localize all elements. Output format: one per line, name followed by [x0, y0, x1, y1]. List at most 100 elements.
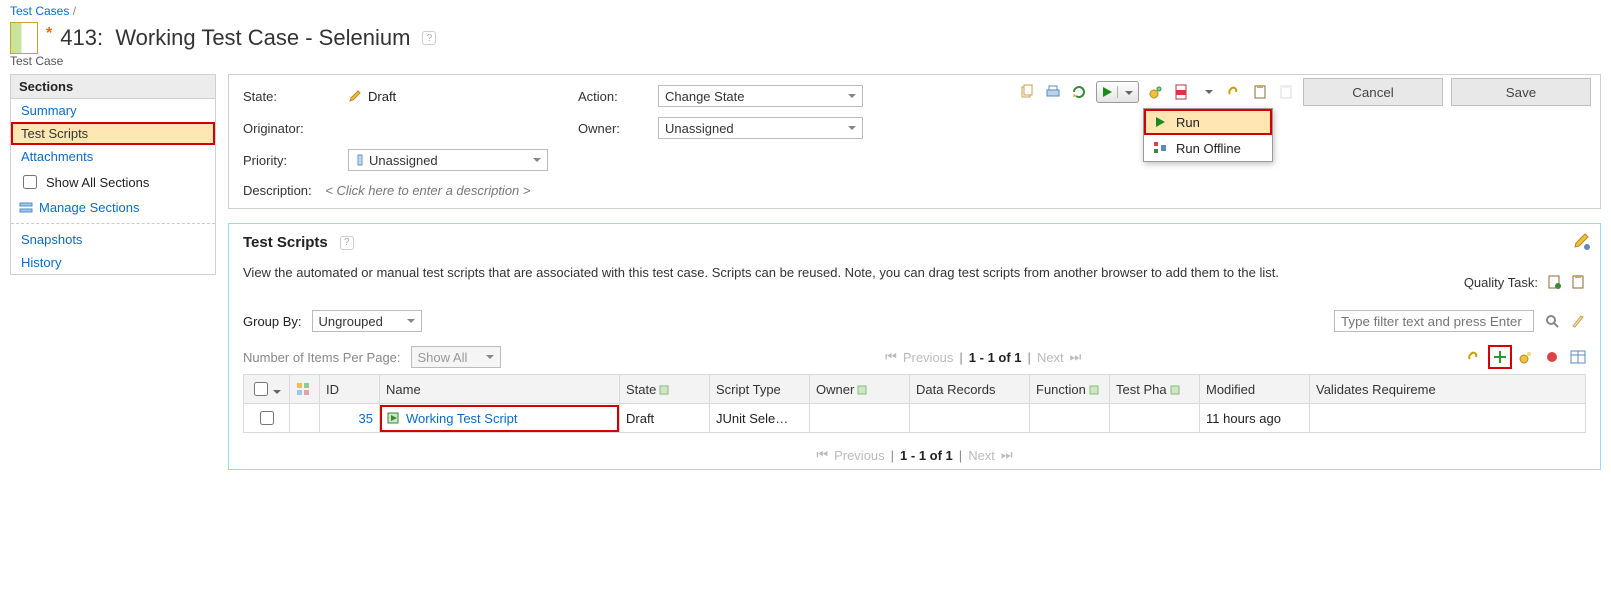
sidebar-item-test-scripts[interactable]: Test Scripts	[11, 122, 215, 145]
pager-prev: Previous	[834, 448, 885, 463]
th-owner[interactable]: Owner	[810, 375, 910, 404]
testcase-icon	[10, 22, 38, 54]
offline-icon	[1152, 140, 1168, 156]
sidebar-item-attachments[interactable]: Attachments	[11, 145, 215, 168]
edit-pencil-icon[interactable]	[348, 89, 362, 103]
row-script-type: JUnit Sele…	[710, 404, 810, 433]
save-button[interactable]: Save	[1451, 78, 1591, 106]
action-select[interactable]: Change State	[658, 85, 863, 107]
remove-script-icon[interactable]	[1544, 349, 1560, 365]
state-value[interactable]: Draft	[348, 89, 568, 104]
quality-task-clipboard-icon[interactable]	[1570, 274, 1586, 290]
run-menu-run-label: Run	[1176, 115, 1200, 130]
refresh-icon[interactable]	[1070, 83, 1088, 101]
sidebar-item-history[interactable]: History	[11, 251, 215, 274]
sidebar-item-snapshots[interactable]: Snapshots	[11, 228, 215, 251]
test-scripts-panel: Test Scripts ? View the automated or man…	[228, 223, 1601, 470]
th-validates[interactable]: Validates Requireme	[1310, 375, 1586, 404]
row-checkbox[interactable]	[260, 411, 274, 425]
originator-label: Originator:	[243, 121, 338, 136]
script-icon	[386, 411, 400, 425]
description-placeholder[interactable]: < Click here to enter a description >	[325, 183, 530, 198]
pager-bottom: ⏮ Previous | 1 - 1 of 1 | Next ⏭	[816, 447, 1012, 463]
link-action-icon[interactable]	[1466, 349, 1482, 365]
priority-select[interactable]: Unassigned	[348, 149, 548, 171]
help-icon[interactable]: ?	[422, 31, 436, 45]
table-row[interactable]: 35 Working Test Script Draft JUnit Sele……	[244, 404, 1586, 433]
breadcrumb-separator: /	[73, 4, 76, 18]
type-column-icon	[296, 382, 313, 396]
groupby-select[interactable]: Ungrouped	[312, 310, 422, 332]
row-modified: 11 hours ago	[1200, 404, 1310, 433]
priority-label: Priority:	[243, 153, 338, 168]
row-id-link[interactable]: 35	[359, 411, 373, 426]
scripts-table: ID Name State Script Type Owner Data Rec…	[243, 374, 1586, 433]
row-name-link[interactable]: Working Test Script	[406, 411, 518, 426]
run-menu-run-offline[interactable]: Run Offline	[1144, 135, 1272, 161]
associate-script-icon[interactable]	[1518, 349, 1534, 365]
add-script-icon[interactable]	[1492, 349, 1508, 365]
clipboard-alt-icon[interactable]	[1277, 83, 1295, 101]
pager-first-icon: ⏮	[885, 349, 897, 365]
cancel-button[interactable]: Cancel	[1303, 78, 1443, 106]
groupby-label: Group By:	[243, 314, 302, 329]
manage-sections-link[interactable]: Manage Sections	[39, 200, 139, 215]
pdf-icon[interactable]	[1173, 83, 1191, 101]
pager-prev: Previous	[903, 350, 954, 365]
run-play-icon[interactable]	[1097, 86, 1118, 98]
link-icon[interactable]	[1225, 83, 1243, 101]
th-test-phase[interactable]: Test Pha	[1110, 375, 1200, 404]
search-icon[interactable]	[1544, 313, 1560, 329]
state-label: State:	[243, 89, 338, 104]
print-icon[interactable]	[1044, 83, 1062, 101]
pager-next: Next	[968, 448, 995, 463]
columns-icon[interactable]	[1570, 349, 1586, 365]
show-all-sections-label: Show All Sections	[46, 175, 149, 190]
sidebar-item-summary[interactable]: Summary	[11, 99, 215, 122]
run-menu: Run Run Offline	[1143, 108, 1273, 162]
th-select[interactable]	[244, 375, 290, 404]
th-modified[interactable]: Modified	[1200, 375, 1310, 404]
sort-icon	[658, 384, 670, 396]
scripts-description: View the automated or manual test script…	[243, 265, 1383, 280]
row-state: Draft	[620, 404, 710, 433]
show-all-sections-row[interactable]: Show All Sections	[11, 168, 215, 196]
associate-icon[interactable]	[1147, 83, 1165, 101]
filter-input[interactable]	[1334, 310, 1534, 332]
pager-range: 1 - 1 of 1	[969, 350, 1022, 365]
artifact-type-label: Test Case	[0, 54, 1611, 68]
edit-section-icon[interactable]	[1572, 232, 1590, 250]
table-header-row: ID Name State Script Type Owner Data Rec…	[244, 375, 1586, 404]
play-icon	[1152, 114, 1168, 130]
copy-icon[interactable]	[1018, 83, 1036, 101]
action-label: Action:	[578, 89, 648, 104]
select-all-checkbox[interactable]	[254, 382, 268, 396]
th-script-type[interactable]: Script Type	[710, 375, 810, 404]
pdf-caret-icon[interactable]	[1199, 83, 1217, 101]
description-label: Description:	[243, 183, 312, 198]
items-per-page-label: Number of Items Per Page:	[243, 350, 401, 365]
breadcrumb-parent-link[interactable]: Test Cases	[10, 4, 69, 18]
th-function[interactable]: Function	[1030, 375, 1110, 404]
pager-last-icon: ⏭	[1001, 447, 1013, 463]
show-all-sections-checkbox[interactable]	[23, 175, 37, 189]
scripts-help-icon[interactable]: ?	[340, 236, 354, 250]
page-title: 413: Working Test Case - Selenium	[60, 25, 410, 51]
quality-task-clipboard-add-icon[interactable]	[1546, 274, 1562, 290]
run-split-button[interactable]	[1096, 81, 1139, 103]
th-state[interactable]: State	[620, 375, 710, 404]
owner-select[interactable]: Unassigned	[658, 117, 863, 139]
manage-sections-row[interactable]: Manage Sections	[11, 196, 215, 219]
items-per-page-select[interactable]: Show All	[411, 346, 501, 368]
sections-heading: Sections	[11, 75, 215, 99]
modified-indicator: *	[46, 25, 52, 43]
run-menu-run[interactable]: Run	[1144, 109, 1272, 135]
th-name[interactable]: Name	[380, 375, 620, 404]
clear-filter-icon[interactable]	[1570, 313, 1586, 329]
th-data-records[interactable]: Data Records	[910, 375, 1030, 404]
run-dropdown-caret[interactable]	[1118, 85, 1138, 100]
th-id[interactable]: ID	[320, 375, 380, 404]
clipboard-icon[interactable]	[1251, 83, 1269, 101]
th-type[interactable]	[290, 375, 320, 404]
sort-icon	[856, 384, 868, 396]
